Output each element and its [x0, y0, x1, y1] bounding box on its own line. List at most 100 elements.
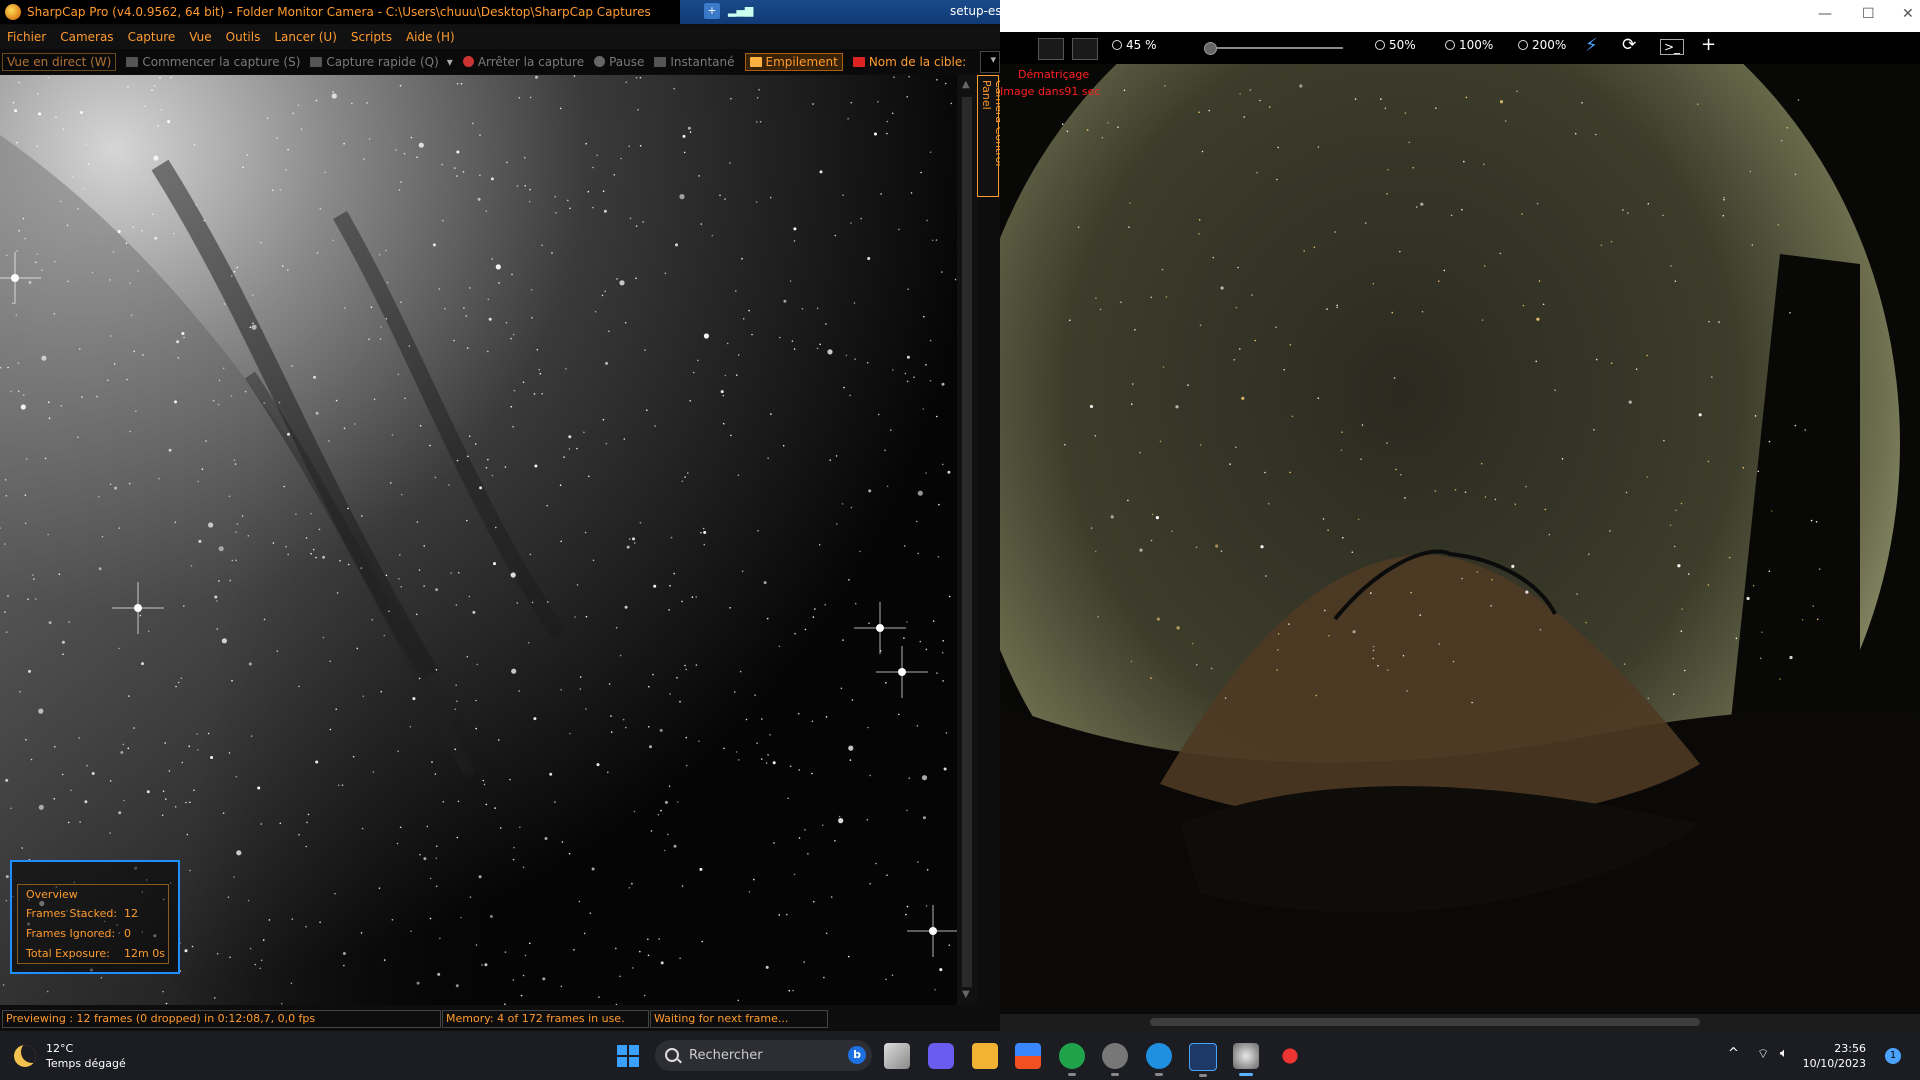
zoom-200-button[interactable]: 200% [1518, 38, 1566, 52]
capture-toolbar: Vue en direct (W) Commencer la capture (… [0, 49, 1000, 74]
stacking-button[interactable]: Empilement [744, 52, 843, 71]
close-icon[interactable]: ✕ [1902, 6, 1914, 22]
scroll-down-icon[interactable]: ▼ [962, 989, 970, 1000]
scrollbar-thumb[interactable] [962, 97, 972, 987]
menu-vue[interactable]: Vue [189, 30, 211, 44]
quick-capture-label: Capture rapide (Q) [326, 54, 439, 69]
zoom-slider[interactable] [1204, 42, 1343, 55]
add-icon[interactable]: + [1701, 34, 1716, 55]
task-view-icon[interactable] [884, 1043, 910, 1069]
clock-time: 23:56 [1834, 1042, 1866, 1055]
tray-chevron-up-icon[interactable]: ^ [1728, 1046, 1739, 1061]
horizontal-scrollbar[interactable] [1000, 1014, 1920, 1031]
frames-stacked-label: Frames Stacked: [26, 907, 118, 920]
zoom-50-button[interactable]: 50% [1375, 38, 1416, 52]
start-button[interactable] [617, 1045, 639, 1067]
zoom-value[interactable]: 45 % [1112, 38, 1157, 52]
stack-overview-panel: Overview Frames Stacked: 12 Frames Ignor… [10, 860, 180, 974]
scroll-up-icon[interactable]: ▲ [962, 79, 970, 90]
app-gray-icon[interactable] [1102, 1043, 1128, 1076]
zoom-icon [1375, 40, 1385, 50]
chevron-down-icon[interactable]: ▾ [447, 55, 453, 69]
notification-badge[interactable]: 1 [1885, 1048, 1901, 1064]
store-icon[interactable] [1015, 1043, 1041, 1069]
stop-capture-label: Arrêter la capture [477, 54, 585, 69]
run-icon[interactable]: ⚡ [1585, 35, 1598, 56]
status-preview: Previewing : 12 frames (0 dropped) in 0:… [2, 1010, 441, 1028]
record-icon [852, 56, 865, 67]
snapshot-label: Instantané [670, 54, 735, 69]
snapshot-icon [654, 56, 667, 67]
menu-outils[interactable]: Outils [226, 30, 261, 44]
frames-ignored-label: Frames Ignored: [26, 927, 116, 940]
scrollbar-thumb[interactable] [1150, 1018, 1700, 1026]
overview-title: Overview [26, 888, 78, 901]
moon-icon [14, 1045, 36, 1067]
sharpcap-taskbar-icon[interactable] [1233, 1043, 1259, 1076]
zoom-value-text: 45 % [1126, 38, 1157, 52]
pause-button[interactable]: Pause [594, 55, 644, 69]
search-box[interactable]: Rechercher b [655, 1040, 872, 1071]
debayer-label: Dématriçage [1018, 68, 1090, 81]
edge-browser-icon[interactable] [1146, 1043, 1172, 1076]
status-memory: Memory: 4 of 172 frames in use. [442, 1010, 649, 1028]
pause-icon [594, 56, 606, 67]
start-capture-button[interactable]: Commencer la capture (S) [126, 55, 300, 69]
menu-fichier[interactable]: Fichier [7, 30, 46, 44]
console-icon[interactable]: >_ [1660, 39, 1685, 55]
minimize-icon[interactable]: — [1818, 6, 1832, 22]
signal-bars-icon: ▂▄▆ [728, 4, 754, 17]
app-red-icon[interactable] [1277, 1043, 1303, 1069]
target-name-text: Nom de la cible: [868, 54, 967, 69]
menu-scripts[interactable]: Scripts [351, 30, 392, 44]
zoom-100-button[interactable]: 100% [1445, 38, 1493, 52]
setup-window-title: setup-est [950, 4, 1007, 18]
stop-icon [462, 56, 474, 67]
start-capture-label: Commencer la capture (S) [142, 54, 301, 69]
allsky-viewer-window: — ☐ ✕ 45 % 50% 100% 200% ⚡ ⟳ >_ + Dématr… [1000, 0, 1920, 1031]
menu-cameras[interactable]: Cameras [60, 30, 113, 44]
fit-screen-button[interactable] [1072, 38, 1098, 60]
menu-aide[interactable]: Aide (H) [406, 30, 455, 44]
pause-label: Pause [609, 54, 645, 69]
sharpcap-logo-icon [5, 4, 21, 20]
bing-icon[interactable]: b [848, 1046, 866, 1064]
menu-capture[interactable]: Capture [128, 30, 176, 44]
stacking-label: Empilement [765, 54, 838, 69]
allsky-titlebar[interactable]: — ☐ ✕ [1280, 0, 1920, 32]
target-name-select[interactable] [980, 50, 1000, 73]
clock-date: 10/10/2023 [1802, 1057, 1866, 1070]
zoom-icon [1112, 40, 1122, 50]
quick-capture-button[interactable]: Capture rapide (Q) ▾ [310, 54, 453, 69]
vertical-scrollbar[interactable]: ▲ ▼ [957, 75, 977, 1005]
camera-control-panel-tab[interactable]: Camera Control Panel [977, 75, 1006, 197]
file-explorer-icon[interactable] [972, 1043, 998, 1069]
frames-ignored-value: 0 [124, 927, 131, 940]
maximize-icon[interactable]: ☐ [1862, 6, 1875, 22]
clock[interactable]: 23:56 10/10/2023 [1796, 1041, 1866, 1071]
sharpcap-window: SharpCap Pro (v4.0.9562, 64 bit) - Folde… [0, 0, 1006, 1031]
allsky-image-view[interactable]: Dématriçage Image dans91 sec [1000, 64, 1920, 1014]
windows-taskbar: 12°C Temps dégagé Rechercher b ^ ⌔ 🔈︎ 23… [0, 1031, 1920, 1080]
app-telescope-icon[interactable] [1189, 1043, 1217, 1077]
next-image-label: Image dans91 sec [1000, 85, 1101, 98]
allsky-camera-image [1000, 64, 1920, 1014]
app-green-icon[interactable] [1059, 1043, 1085, 1076]
sharpcap-titlebar[interactable]: SharpCap Pro (v4.0.9562, 64 bit) - Folde… [0, 0, 680, 24]
stack-icon [749, 56, 762, 67]
snapshot-button[interactable]: Instantané [654, 54, 735, 69]
volume-icon[interactable]: 🔈︎ [1780, 1046, 1788, 1061]
wifi-icon[interactable]: ⌔ [1757, 1046, 1769, 1062]
fit-window-button[interactable] [1038, 38, 1064, 60]
zoom-100-label: 100% [1459, 38, 1494, 52]
menu-lancer[interactable]: Lancer (U) [274, 30, 337, 44]
camera-icon [310, 56, 323, 67]
target-name-label: Nom de la cible: [852, 54, 967, 69]
weather-widget[interactable]: 12°C Temps dégagé [14, 1041, 126, 1071]
stop-capture-button[interactable]: Arrêter la capture [462, 54, 585, 69]
refresh-icon[interactable]: ⟳ [1622, 35, 1636, 55]
teams-chat-icon[interactable] [928, 1043, 954, 1069]
zoom-icon [1518, 40, 1528, 50]
zoom-slider-knob[interactable] [1204, 42, 1217, 55]
live-view-button[interactable]: Vue en direct (W) [2, 52, 117, 71]
